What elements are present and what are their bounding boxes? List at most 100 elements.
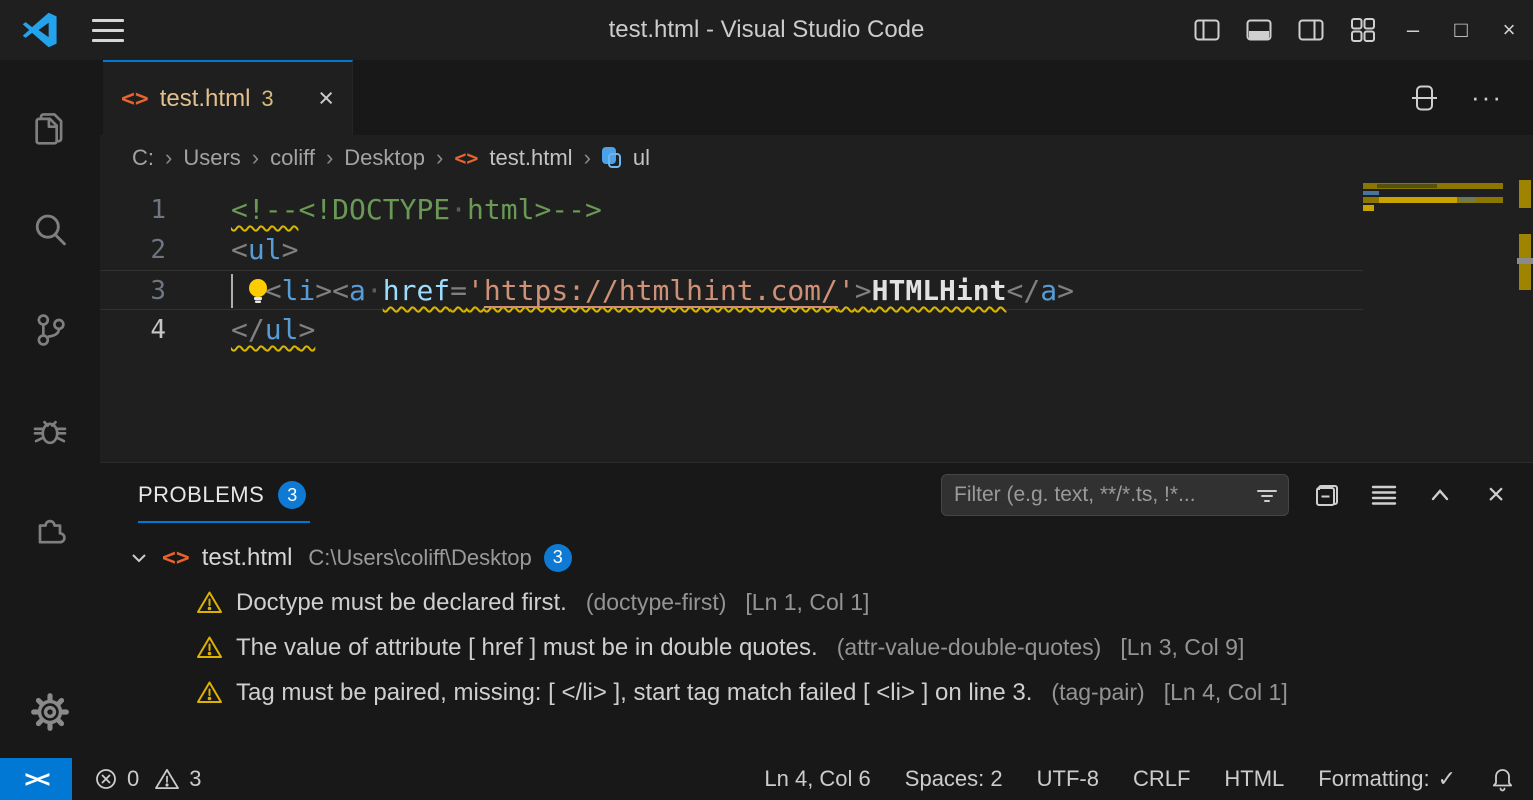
error-icon: [94, 767, 118, 791]
filter-input[interactable]: [941, 474, 1289, 516]
problem-message: The value of attribute [ href ] must be …: [236, 634, 818, 662]
problem-message: Tag must be paired, missing: [ </li> ], …: [236, 679, 1032, 707]
problems-summary[interactable]: 0 3: [94, 766, 202, 792]
filter-icon[interactable]: [1255, 484, 1279, 508]
run-and-debug-icon[interactable]: [0, 380, 100, 480]
tab-close-icon[interactable]: ×: [318, 83, 334, 114]
chevron-right-icon: ›: [252, 145, 259, 171]
extensions-icon[interactable]: [0, 480, 100, 580]
tab-label: test.html: [160, 85, 251, 113]
maximize-panel-icon[interactable]: [1423, 478, 1457, 512]
language-mode[interactable]: HTML: [1224, 766, 1284, 792]
indentation[interactable]: Spaces: 2: [905, 766, 1003, 792]
problem-row[interactable]: Tag must be paired, missing: [ </li> ], …: [100, 670, 1533, 715]
warning-icon: [154, 767, 180, 791]
error-count: 0: [127, 766, 139, 792]
minimize-button[interactable]: –: [1389, 0, 1437, 60]
title-bar: test.html - Visual Studio Code – □: [0, 0, 1533, 60]
html-file-icon: <>: [162, 545, 190, 571]
view-as-table-icon[interactable]: [1367, 478, 1401, 512]
breadcrumb-coliff[interactable]: coliff: [270, 145, 315, 171]
problem-location: [Ln 3, Col 9]: [1120, 634, 1244, 661]
cursor-mark: [1517, 258, 1533, 264]
tab-test-html[interactable]: <> test.html 3 ×: [103, 60, 353, 135]
warning-icon: [196, 680, 223, 705]
problems-count-badge: 3: [278, 481, 306, 509]
check-icon: ✓: [1438, 766, 1456, 792]
problem-file-name: test.html: [202, 544, 293, 572]
toggle-primary-sidebar-icon[interactable]: [1181, 0, 1233, 60]
tab-problems[interactable]: PROBLEMS 3: [138, 467, 310, 523]
problem-code: (doctype-first): [586, 589, 727, 616]
settings-gear-icon[interactable]: [0, 666, 100, 758]
chevron-right-icon: ›: [326, 145, 333, 171]
problem-message: Doctype must be declared first.: [236, 589, 567, 617]
remote-indicator[interactable]: ><: [0, 758, 72, 800]
tab-bar: <> test.html 3 × ···: [100, 60, 1533, 135]
code-line-3: 3 <li><a·href='https://htmlhint.com/'>HT…: [100, 270, 1363, 310]
status-bar: >< 0 3 Ln 4, Col 6 Spaces: 2 UTF-8 CRLF …: [0, 758, 1533, 800]
toggle-panel-icon[interactable]: [1233, 0, 1285, 60]
vscode-logo-icon: [22, 12, 58, 48]
breadcrumb-users[interactable]: Users: [183, 145, 240, 171]
more-actions-icon[interactable]: ···: [1471, 82, 1503, 113]
code-line-2: 2 <ul>: [100, 230, 1533, 270]
close-panel-icon[interactable]: ×: [1479, 478, 1513, 512]
encoding[interactable]: UTF-8: [1037, 766, 1099, 792]
warning-mark: [1519, 180, 1531, 208]
eol-sequence[interactable]: CRLF: [1133, 766, 1190, 792]
line-number: 3: [100, 271, 178, 309]
explorer-icon[interactable]: [0, 80, 100, 180]
warning-count: 3: [189, 766, 201, 792]
chevron-right-icon: ›: [436, 145, 443, 171]
lightbulb-icon[interactable]: [246, 278, 270, 304]
notifications-bell-icon[interactable]: [1490, 766, 1515, 792]
code-editor[interactable]: 1 <!--<!DOCTYPE·html>--> 2 <ul> 3 <li><a…: [100, 180, 1533, 462]
breadcrumb: C: › Users › coliff › Desktop › <> test.…: [100, 135, 1533, 180]
file-problem-count-badge: 3: [544, 544, 572, 572]
problem-row[interactable]: The value of attribute [ href ] must be …: [100, 625, 1533, 670]
symbol-icon: [602, 147, 622, 169]
warning-icon: [196, 590, 223, 615]
html-file-icon: <>: [121, 86, 149, 112]
toggle-secondary-sidebar-icon[interactable]: [1285, 0, 1337, 60]
line-number: 2: [100, 230, 178, 270]
formatting-status[interactable]: Formatting: ✓: [1318, 766, 1456, 792]
overview-ruler[interactable]: [1517, 180, 1533, 462]
problem-location: [Ln 4, Col 1]: [1164, 679, 1288, 706]
hamburger-menu-icon[interactable]: [92, 19, 124, 42]
search-icon[interactable]: [0, 180, 100, 280]
tab-problem-count: 3: [261, 86, 273, 112]
breadcrumb-file[interactable]: test.html: [489, 145, 572, 171]
breadcrumb-drive[interactable]: C:: [132, 145, 154, 171]
warning-icon: [196, 635, 223, 660]
problem-file-path: C:\Users\coliff\Desktop: [308, 545, 531, 571]
chevron-down-icon: [128, 547, 150, 569]
line-number: 1: [100, 190, 178, 230]
problems-tree: <> test.html C:\Users\coliff\Desktop 3 D…: [100, 527, 1533, 715]
problems-panel: PROBLEMS 3: [100, 462, 1533, 758]
problems-tab-label: PROBLEMS: [138, 482, 264, 508]
problem-location: [Ln 1, Col 1]: [745, 589, 869, 616]
code-line-4: 4 </ul>: [100, 310, 1533, 350]
minimap[interactable]: [1363, 183, 1508, 223]
problem-row[interactable]: Doctype must be declared first. (doctype…: [100, 580, 1533, 625]
breadcrumb-symbol[interactable]: ul: [633, 145, 650, 171]
problem-file-group[interactable]: <> test.html C:\Users\coliff\Desktop 3: [100, 535, 1533, 580]
breadcrumb-desktop[interactable]: Desktop: [344, 145, 425, 171]
line-number: 4: [100, 310, 178, 350]
maximize-button[interactable]: □: [1437, 0, 1485, 60]
problems-filter: [941, 474, 1289, 516]
problem-code: (tag-pair): [1051, 679, 1144, 706]
cursor-position[interactable]: Ln 4, Col 6: [764, 766, 870, 792]
html-file-icon: <>: [454, 146, 478, 170]
split-editor-icon[interactable]: [1407, 81, 1441, 115]
close-window-button[interactable]: ×: [1485, 0, 1533, 60]
activity-bar: [0, 60, 100, 758]
panel-header: PROBLEMS 3: [100, 463, 1533, 527]
chevron-right-icon: ›: [165, 145, 172, 171]
text-cursor: [231, 274, 233, 308]
customize-layout-icon[interactable]: [1337, 0, 1389, 60]
collapse-all-icon[interactable]: [1311, 478, 1345, 512]
source-control-icon[interactable]: [0, 280, 100, 380]
